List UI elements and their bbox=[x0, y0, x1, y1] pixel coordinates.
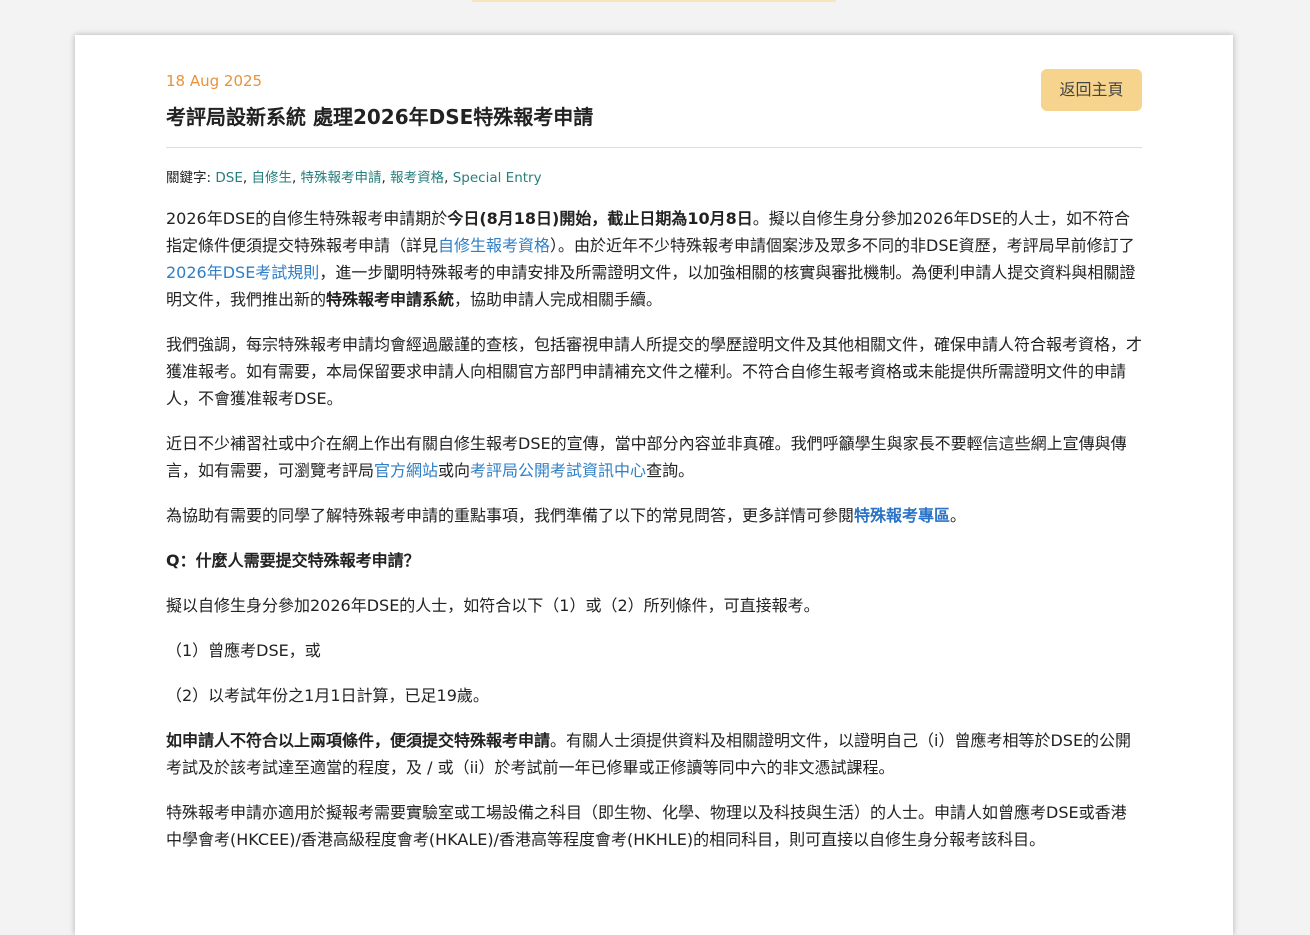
keyword-link-private-candidate[interactable]: 自修生 bbox=[251, 170, 292, 186]
text-segment: ，協助申請人完成相關手續。 bbox=[454, 290, 663, 309]
paragraph-misinformation: 近日不少補習社或中介在網上作出有關自修生報考DSE的宣傳，當中部分內容並非真確。… bbox=[166, 430, 1142, 484]
keywords-row: 關鍵字: DSE, 自修生, 特殊報考申請, 報考資格, Special Ent… bbox=[166, 167, 1142, 189]
paragraph-faq-intro: 為協助有需要的同學了解特殊報考申請的重點事項，我們準備了以下的常見問答，更多詳情… bbox=[166, 502, 1142, 529]
faq-question-1: Q：什麼人需要提交特殊報考申請？ bbox=[166, 547, 1142, 574]
article-date: 18 Aug 2025 bbox=[166, 72, 263, 90]
keywords-label: 關鍵字: bbox=[166, 170, 212, 186]
private-candidate-eligibility-link[interactable]: 自修生報考資格 bbox=[438, 236, 550, 255]
keyword-link-special-entry[interactable]: Special Entry bbox=[453, 170, 542, 186]
title-divider bbox=[166, 147, 1142, 148]
keyword-separator: , bbox=[291, 170, 301, 186]
dse-regulations-link[interactable]: 2026年DSE考試規則 bbox=[166, 263, 319, 282]
text-segment: 查詢。 bbox=[646, 461, 695, 480]
paragraph-special-entry-requirement: 如申請人不符合以上兩項條件，便須提交特殊報考申請。有關人士須提供資料及相關證明文… bbox=[166, 727, 1142, 781]
new-system-bold: 特殊報考申請系統 bbox=[326, 290, 455, 309]
text-segment: 或向 bbox=[438, 461, 471, 480]
text-segment: 為協助有需要的同學了解特殊報考申請的重點事項，我們準備了以下的常見問答，更多詳情… bbox=[166, 506, 855, 525]
paragraph-direct-entry: 擬以自修生身分參加2026年DSE的人士，如符合以下（1）或（2）所列條件，可直… bbox=[166, 596, 820, 615]
paragraph-verification: 我們強調，每宗特殊報考申請均會經過嚴謹的查核，包括審視申請人所提交的學歷證明文件… bbox=[166, 335, 1143, 408]
keyword-separator: , bbox=[444, 170, 453, 186]
requirement-bold: 如申請人不符合以上兩項條件，便須提交特殊報考申請 bbox=[166, 731, 551, 750]
exam-info-centre-link[interactable]: 考評局公開考試資訊中心 bbox=[470, 461, 646, 480]
text-segment: ）。由於近年不少特殊報考申請個案涉及眾多不同的非DSE資歷，考評局早前修訂了 bbox=[550, 236, 1135, 255]
application-dates-bold: 今日(8月18日)開始，截止日期為10月8日 bbox=[447, 209, 753, 228]
keyword-link-special-entry-application[interactable]: 特殊報考申請 bbox=[301, 170, 382, 186]
condition-1: （1）曾應考DSE，或 bbox=[166, 641, 321, 660]
keyword-separator: , bbox=[381, 170, 391, 186]
keyword-link-dse[interactable]: DSE bbox=[215, 170, 243, 186]
text-segment: 。 bbox=[950, 506, 967, 525]
article-title: 考評局設新系統 處理2026年DSE特殊報考申請 bbox=[166, 105, 594, 129]
faq-question-1-text: Q：什麼人需要提交特殊報考申請？ bbox=[166, 551, 420, 570]
article-body: 2026年DSE的自修生特殊報考申請期於今日(8月18日)開始，截止日期為10月… bbox=[166, 205, 1142, 853]
keyword-link-entry-eligibility[interactable]: 報考資格 bbox=[390, 170, 444, 186]
top-accent-bar bbox=[472, 0, 836, 2]
special-entry-section-link[interactable]: 特殊報考專區 bbox=[854, 506, 950, 525]
paragraph-lab-subjects: 特殊報考申請亦適用於擬報考需要實驗室或工場設備之科目（即生物、化學、物理以及科技… bbox=[166, 803, 1127, 849]
article-content: 18 Aug 2025 考評局設新系統 處理2026年DSE特殊報考申請 關鍵字… bbox=[166, 69, 1142, 871]
article-card: 返回主頁 18 Aug 2025 考評局設新系統 處理2026年DSE特殊報考申… bbox=[75, 35, 1233, 935]
condition-2: （2）以考試年份之1月1日計算，已足19歲。 bbox=[166, 686, 489, 705]
text-segment: 2026年DSE的自修生特殊報考申請期於 bbox=[166, 209, 448, 228]
paragraph-application-period: 2026年DSE的自修生特殊報考申請期於今日(8月18日)開始，截止日期為10月… bbox=[166, 205, 1142, 313]
official-website-link[interactable]: 官方網站 bbox=[374, 461, 438, 480]
